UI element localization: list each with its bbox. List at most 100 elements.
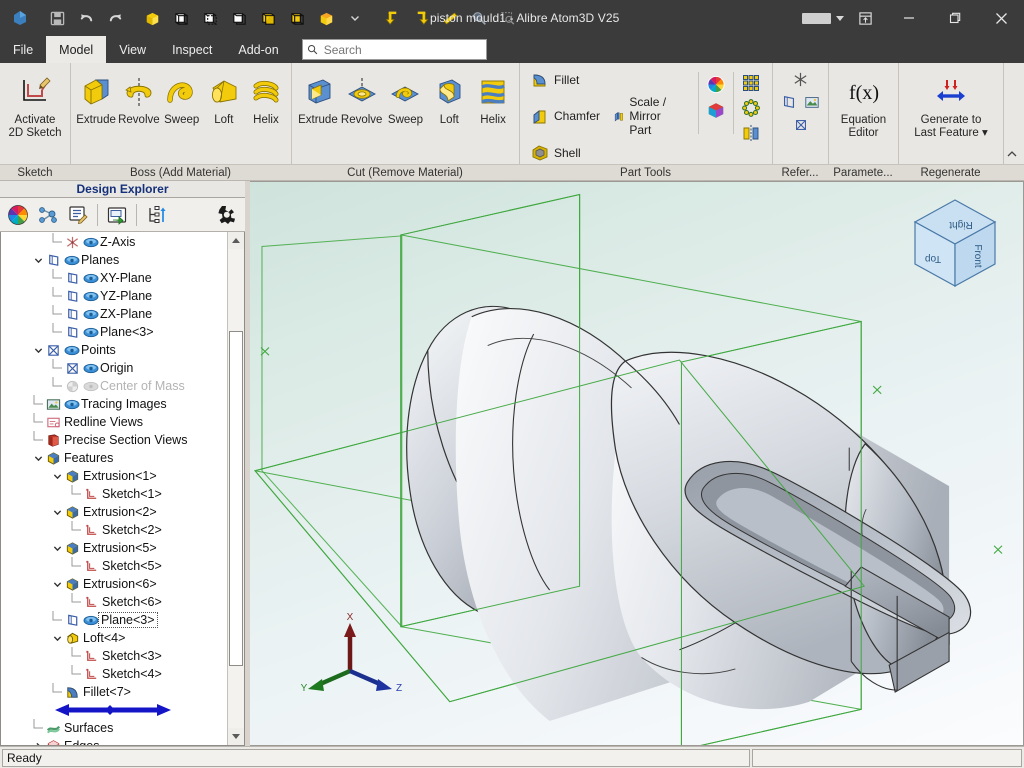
- view-cube[interactable]: Right Top Front: [905, 194, 1005, 292]
- scroll-track[interactable]: [228, 249, 244, 728]
- relationships-icon[interactable]: [34, 201, 62, 229]
- boss-loft-button[interactable]: Loft: [203, 67, 245, 128]
- boss-revolve-button[interactable]: Revolve: [117, 67, 161, 128]
- search-box[interactable]: [301, 39, 487, 60]
- visibility-eye-icon[interactable]: [81, 323, 100, 341]
- tree-item-edges[interactable]: Edges: [1, 737, 227, 745]
- tree-item-surfaces[interactable]: Surfaces: [1, 719, 227, 737]
- scale-mirror-part-button[interactable]: Scale / Mirror Part: [607, 92, 692, 140]
- activate-2d-sketch-button[interactable]: Activate 2D Sketch: [4, 67, 66, 141]
- expand-arrow-down-icon[interactable]: [51, 467, 63, 485]
- tree-item-points[interactable]: Points: [1, 341, 227, 359]
- export-view-icon[interactable]: [103, 201, 131, 229]
- edit-notes-icon[interactable]: [64, 201, 92, 229]
- menu-file[interactable]: File: [0, 36, 46, 63]
- save-icon[interactable]: [43, 4, 71, 32]
- rollback-bar[interactable]: [1, 701, 227, 719]
- menu-model[interactable]: Model: [46, 36, 107, 63]
- boss-helix-button[interactable]: Helix: [245, 67, 287, 128]
- minimize-button[interactable]: [886, 0, 932, 36]
- menu-view[interactable]: View: [106, 36, 159, 63]
- reference-point-icon[interactable]: [791, 115, 811, 135]
- wireframe-view-icon[interactable]: [167, 4, 195, 32]
- pattern-grid-icon[interactable]: [741, 73, 761, 93]
- render-view-icon[interactable]: [312, 4, 340, 32]
- visibility-eye-icon[interactable]: [81, 305, 100, 323]
- tree-item-sketch5[interactable]: Sketch<5>: [1, 557, 227, 575]
- boss-sweep-button[interactable]: Sweep: [161, 67, 203, 128]
- search-input[interactable]: [321, 41, 472, 58]
- view-style-dropdown-icon[interactable]: [341, 4, 369, 32]
- tree-item-plane3[interactable]: Plane<3>: [1, 323, 227, 341]
- expand-arrow-down-icon[interactable]: [51, 503, 63, 521]
- tree-item-sketch3[interactable]: Sketch<3>: [1, 647, 227, 665]
- hidden-line-view-icon[interactable]: [196, 4, 224, 32]
- expand-arrow-down-icon[interactable]: [32, 341, 44, 359]
- expand-arrow-down-icon[interactable]: [51, 629, 63, 647]
- cut-revolve-button[interactable]: Revolve: [340, 67, 384, 128]
- visibility-eye-icon[interactable]: [81, 269, 100, 287]
- tree-item-yz-plane[interactable]: YZ-Plane: [1, 287, 227, 305]
- mirror-feature-icon[interactable]: [741, 123, 761, 143]
- visibility-eye-icon[interactable]: [81, 377, 100, 395]
- shaded-edges-view-icon[interactable]: [254, 4, 282, 32]
- tree-item-tracing-images[interactable]: Tracing Images: [1, 395, 227, 413]
- color-properties-icon[interactable]: [4, 201, 32, 229]
- expand-arrow-down-icon[interactable]: [32, 449, 44, 467]
- generate-to-last-feature-button[interactable]: Generate to Last Feature ▾: [906, 67, 996, 141]
- menu-addon[interactable]: Add-on: [225, 36, 291, 63]
- collapse-ribbon-icon[interactable]: [1004, 146, 1020, 162]
- redo-icon[interactable]: [101, 4, 129, 32]
- tracing-image-icon[interactable]: [802, 92, 822, 112]
- maximize-button[interactable]: [932, 0, 978, 36]
- expand-arrow-down-icon[interactable]: [32, 251, 44, 269]
- design-explorer-tree[interactable]: Z-Axis Planes XY-Plane YZ-Plane ZX-Plane Plan…: [1, 232, 227, 745]
- visibility-eye-icon[interactable]: [62, 251, 81, 269]
- tree-vertical-scrollbar[interactable]: [227, 232, 244, 745]
- undo-icon[interactable]: [72, 4, 100, 32]
- tree-item-extrusion2[interactable]: Extrusion<2>: [1, 503, 227, 521]
- cut-helix-button[interactable]: Helix: [471, 67, 515, 128]
- equation-editor-button[interactable]: f(x) Equation Editor: [833, 67, 894, 141]
- scroll-down-button[interactable]: [228, 728, 244, 745]
- tree-item-precise-section-views[interactable]: Precise Section Views: [1, 431, 227, 449]
- chamfer-button[interactable]: Chamfer: [524, 105, 607, 128]
- 3d-viewport[interactable]: Right Top Front X Y Z: [250, 181, 1024, 746]
- menu-inspect[interactable]: Inspect: [159, 36, 225, 63]
- restore-layout-icon[interactable]: [844, 0, 886, 36]
- reference-plane-icon[interactable]: [779, 92, 799, 112]
- tree-item-sketch1[interactable]: Sketch<1>: [1, 485, 227, 503]
- visibility-eye-icon[interactable]: [81, 233, 100, 251]
- boss-extrude-button[interactable]: Extrude: [75, 67, 117, 128]
- tree-item-extrusion6[interactable]: Extrusion<6>: [1, 575, 227, 593]
- previous-view-icon[interactable]: [378, 4, 406, 32]
- reference-axis-icon[interactable]: [791, 69, 811, 89]
- tree-item-loft4[interactable]: Loft<4>: [1, 629, 227, 647]
- material-cube-icon[interactable]: [706, 100, 726, 120]
- visibility-eye-icon[interactable]: [81, 359, 100, 377]
- tree-item-sketch2[interactable]: Sketch<2>: [1, 521, 227, 539]
- scroll-thumb[interactable]: [229, 331, 243, 666]
- close-button[interactable]: [978, 0, 1024, 36]
- tree-item-features[interactable]: Features: [1, 449, 227, 467]
- tree-item-zx-plane[interactable]: ZX-Plane: [1, 305, 227, 323]
- tree-item-extrusion1[interactable]: Extrusion<1>: [1, 467, 227, 485]
- shaded-wire-view-icon[interactable]: [283, 4, 311, 32]
- shaded-view-icon[interactable]: [138, 4, 166, 32]
- hidden-line-removed-icon[interactable]: [225, 4, 253, 32]
- explorer-settings-icon[interactable]: [213, 201, 241, 229]
- expand-arrow-right-icon[interactable]: [32, 737, 44, 745]
- cut-extrude-button[interactable]: Extrude: [296, 67, 340, 128]
- rollback-bar-icon[interactable]: [53, 703, 173, 717]
- visibility-eye-icon[interactable]: [62, 341, 81, 359]
- shell-button[interactable]: Shell: [524, 141, 692, 164]
- tree-item-xy-plane[interactable]: XY-Plane: [1, 269, 227, 287]
- scroll-up-button[interactable]: [228, 232, 244, 249]
- cut-sweep-button[interactable]: Sweep: [384, 67, 428, 128]
- visibility-eye-icon[interactable]: [81, 287, 100, 305]
- fillet-button[interactable]: Fillet: [524, 68, 692, 91]
- tree-item-extrusion5[interactable]: Extrusion<5>: [1, 539, 227, 557]
- tree-item-sketch4[interactable]: Sketch<4>: [1, 665, 227, 683]
- tree-item-fillet7[interactable]: Fillet<7>: [1, 683, 227, 701]
- tree-item-sketch6[interactable]: Sketch<6>: [1, 593, 227, 611]
